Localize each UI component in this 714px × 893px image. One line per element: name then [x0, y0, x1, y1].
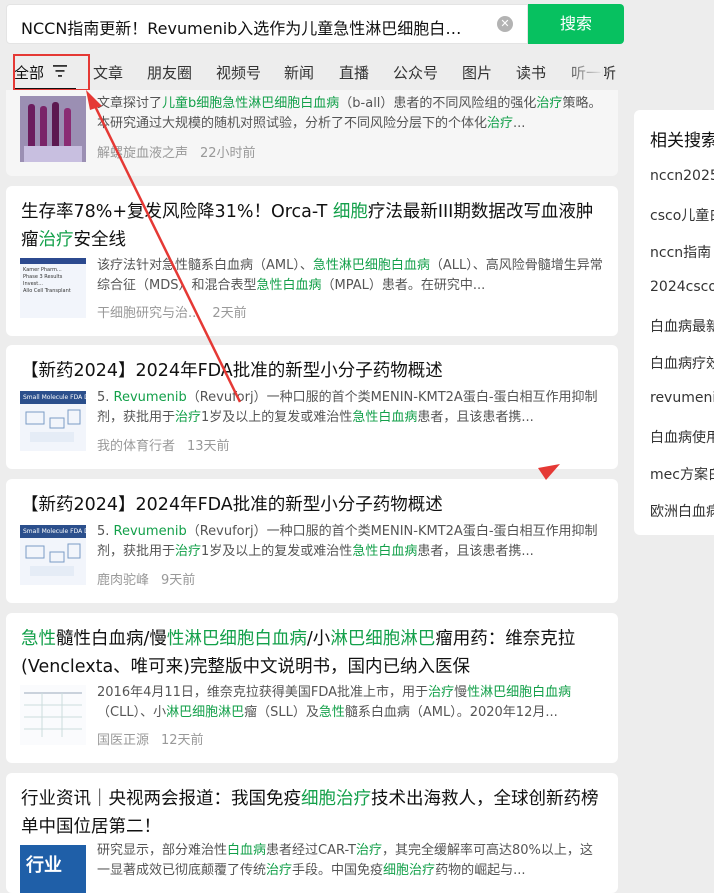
tab-article[interactable]: 文章	[93, 62, 123, 83]
result-card[interactable]: 行业资讯｜央视两会报道：我国免疫细胞治疗技术出海救人，全球创新药榜单中国位居第二…	[6, 773, 618, 893]
result-source: 国医正源 12天前	[97, 733, 204, 748]
category-tabs: 全部 文章 朋友圈 视频号 新闻 直播 公众号 图片 读书 听一听 ›	[0, 54, 620, 90]
tab-official-accounts[interactable]: 公众号	[393, 62, 438, 83]
related-search-item[interactable]: 2024csco	[650, 279, 714, 295]
thumb-text: Allo Cell Transplant	[23, 288, 71, 294]
related-search-item[interactable]: csco儿童白	[650, 205, 714, 225]
result-title[interactable]: 【新药2024】2024年FDA批准的新型小分子药物概述	[21, 357, 606, 385]
tab-news[interactable]: 新闻	[284, 62, 314, 83]
related-search-item[interactable]: revumenib	[650, 390, 714, 406]
result-snippet: 5. Revumenib（Revuforj）一种口服的首个类MENIN-KMT2…	[97, 390, 598, 425]
result-source: 我的体育行者 13天前	[97, 439, 230, 454]
thumbnail-fda-drugs: Small Molecule FDA Dru	[20, 391, 86, 451]
thumb-text: Kamer Pharm...	[23, 267, 62, 273]
tab-live[interactable]: 直播	[339, 62, 369, 83]
thumb-text: 行业	[26, 855, 62, 876]
thumb-text: Phase 3 Results Invest...	[23, 274, 63, 287]
result-card[interactable]: 【新药2024】2024年FDA批准的新型小分子药物概述 Small Molec…	[6, 345, 618, 469]
result-card[interactable]: 生存率78%+复发风险降31%！Orca-T 细胞疗法最新III期数据改写血液肿…	[6, 186, 618, 336]
result-source: 鹿肉驼峰 9天前	[97, 573, 196, 588]
search-input[interactable]: NCCN指南更新！Revumenib入选作为儿童急性淋巴细胞白血病	[21, 15, 471, 39]
thumbnail-test-tubes	[20, 96, 86, 162]
related-search-item[interactable]: nccn2025	[650, 168, 714, 184]
chevron-right-icon[interactable]: ›	[604, 60, 611, 81]
tabs-fade	[560, 54, 604, 90]
thumbnail-news: 行业	[20, 845, 86, 893]
related-search-item[interactable]: 白血病疗效	[650, 353, 714, 373]
related-searches-title: 相关搜索	[650, 131, 714, 151]
result-snippet: 文章探讨了儿童b细胞急性淋巴细胞白血病（b-all）患者的不同风险组的强化治疗策…	[97, 96, 602, 131]
tab-moments[interactable]: 朋友圈	[147, 62, 192, 83]
thumbnail-fda-drugs: Small Molecule FDA Dru	[20, 525, 86, 585]
result-source: 干细胞研究与治... 2天前	[97, 306, 247, 321]
result-source: 解螺旋血液之声 22小时前	[97, 146, 256, 161]
result-card[interactable]: 文章探讨了儿童b细胞急性淋巴细胞白血病（b-all）患者的不同风险组的强化治疗策…	[6, 90, 618, 176]
related-search-item[interactable]: 白血病最新	[650, 316, 714, 336]
search-bar: NCCN指南更新！Revumenib入选作为儿童急性淋巴细胞白血病 ✕ 搜索	[6, 4, 624, 44]
related-searches-panel: 相关搜索 nccn2025 csco儿童白 nccn指南 2024csco 白血…	[634, 110, 714, 535]
thumbnail-table	[20, 685, 86, 745]
thumb-text: Small Molecule FDA Dru	[20, 391, 86, 404]
tab-channels[interactable]: 视频号	[216, 62, 261, 83]
clear-icon[interactable]: ✕	[497, 16, 513, 32]
related-search-item[interactable]: 欧洲白血病	[650, 501, 714, 521]
related-search-item[interactable]: mec方案白	[650, 464, 714, 484]
result-snippet: 该疗法针对急性髓系白血病（AML）、急性淋巴细胞白血病（ALL）、高风险骨髓增生…	[97, 258, 603, 293]
annotation-highlight-box	[13, 54, 90, 91]
result-title[interactable]: 行业资讯｜央视两会报道：我国免疫细胞治疗技术出海救人，全球创新药榜单中国位居第二…	[21, 785, 606, 841]
related-search-item[interactable]: 白血病使用	[650, 427, 714, 447]
search-button[interactable]: 搜索	[528, 4, 624, 44]
result-snippet: 研究显示，部分难治性白血病患者经过CAR-T治疗，其完全缓解率可高达80%以上，…	[97, 843, 593, 878]
tab-images[interactable]: 图片	[462, 62, 492, 83]
result-snippet: 5. Revumenib（Revuforj）一种口服的首个类MENIN-KMT2…	[97, 524, 598, 559]
tab-books[interactable]: 读书	[516, 62, 546, 83]
result-title[interactable]: 【新药2024】2024年FDA批准的新型小分子药物概述	[21, 491, 606, 519]
result-card[interactable]: 急性髓性白血病/慢性淋巴细胞白血病/小淋巴细胞淋巴瘤用药：维奈克拉(Vencle…	[6, 613, 618, 763]
related-search-item[interactable]: nccn指南	[650, 242, 711, 262]
thumb-text: Small Molecule FDA Dru	[20, 525, 86, 538]
result-title[interactable]: 急性髓性白血病/慢性淋巴细胞白血病/小淋巴细胞淋巴瘤用药：维奈克拉(Vencle…	[21, 625, 606, 681]
result-snippet: 2016年4月11日，维奈克拉获得美国FDA批准上市，用于治疗慢性淋巴细胞白血病…	[97, 685, 572, 720]
thumbnail-article: Kamer Pharm... Phase 3 Results Invest...…	[20, 258, 86, 318]
search-box[interactable]: NCCN指南更新！Revumenib入选作为儿童急性淋巴细胞白血病 ✕	[6, 4, 528, 44]
result-card[interactable]: 【新药2024】2024年FDA批准的新型小分子药物概述 Small Molec…	[6, 479, 618, 603]
result-title[interactable]: 生存率78%+复发风险降31%！Orca-T 细胞疗法最新III期数据改写血液肿…	[21, 198, 606, 254]
